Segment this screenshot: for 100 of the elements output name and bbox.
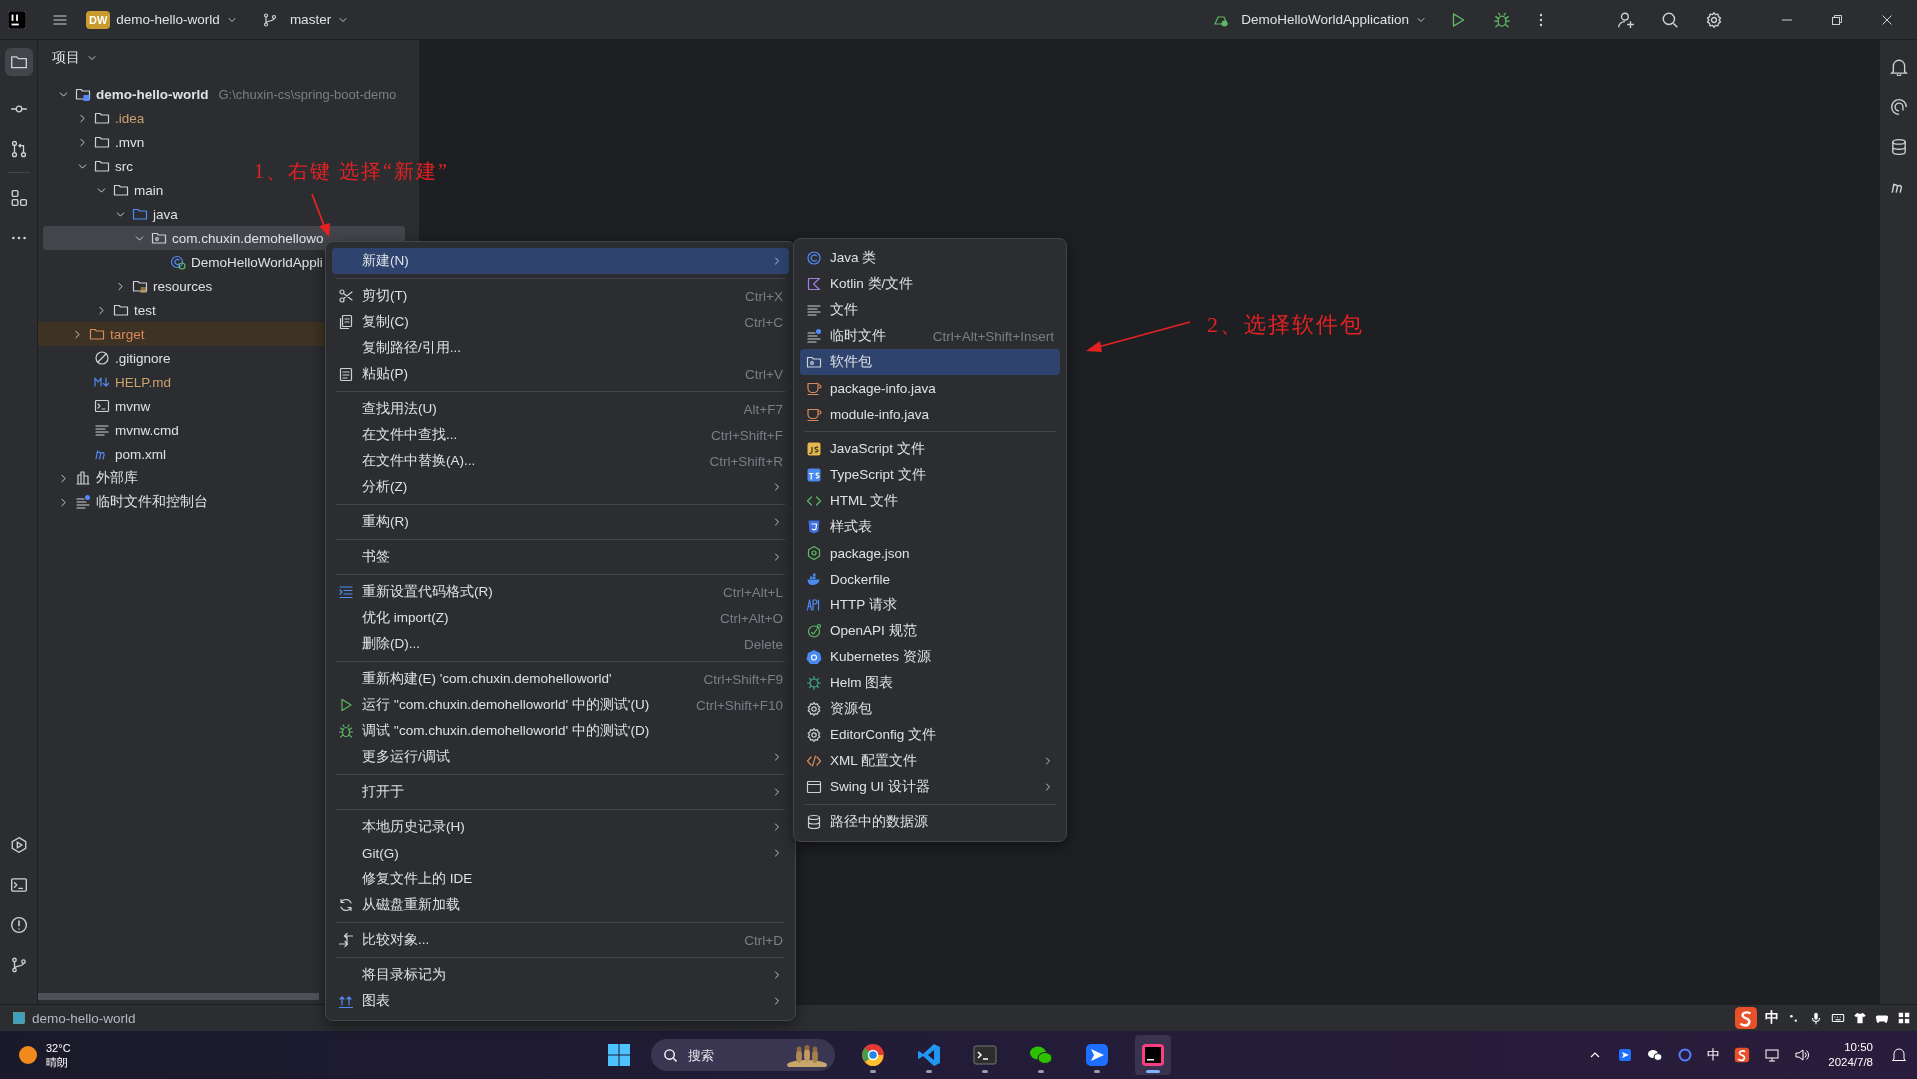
menu-item[interactable]: Java 类 [800,245,1060,271]
branch-switcher[interactable]: master [249,7,356,32]
git-branch-icon[interactable] [9,956,28,974]
menu-item[interactable]: 新建(N) [332,248,789,274]
start-icon[interactable] [606,1043,631,1067]
add-user-icon[interactable] [1617,10,1635,29]
tree-item[interactable]: DemoHelloWorldAppli [43,250,327,274]
ring-icon[interactable] [1677,1047,1694,1063]
menu-item[interactable]: Swing UI 设计器 [800,774,1060,800]
tree-item[interactable]: mvnw.cmd [43,418,183,442]
taskbar-app[interactable] [1134,1035,1171,1075]
search-field[interactable]: 搜索 [650,1039,835,1071]
clock[interactable]: 10:50 2024/7/8 [1824,1040,1877,1070]
database-icon[interactable] [1889,138,1908,156]
menu-item[interactable]: 图表 [332,988,789,1014]
menu-item[interactable]: 打开于 [332,779,789,805]
structure-icon[interactable] [9,189,28,207]
menu-item[interactable]: module-info.java [800,401,1060,427]
menu-item[interactable]: 将目录标记为 [332,962,789,988]
input-mode[interactable]: 中 [1707,1046,1721,1064]
grid-icon[interactable] [1897,1011,1911,1025]
menu-item[interactable]: package.json [800,540,1060,566]
tree-item[interactable]: .gitignore [43,346,175,370]
menu-item[interactable]: TypeScript 文件 [800,462,1060,488]
menu-item[interactable]: 调试 ''com.chuxin.demohelloworld' 中的测试'(D) [332,718,789,744]
menu-item[interactable]: 临时文件 Ctrl+Alt+Shift+Insert [800,323,1060,349]
problems-icon[interactable] [9,916,28,934]
menu-item[interactable]: 书签 [332,544,789,570]
menu-item[interactable]: 重新构建(E) 'com.chuxin.demohelloworld' Ctrl+Shift+F9 [332,666,789,692]
menu-item[interactable]: 更多运行/调试 [332,744,789,770]
pull-request-icon[interactable] [9,140,28,158]
menu-item[interactable]: JavaScript 文件 [800,436,1060,462]
search-input[interactable]: 搜索 [685,1046,779,1064]
menu-item[interactable]: 查找用法(U) Alt+F7 [332,396,789,422]
menu-item[interactable]: HTTP 请求 [800,592,1060,618]
menu-item[interactable]: 路径中的数据源 [800,809,1060,835]
notifications-icon[interactable] [1891,1047,1907,1063]
services-icon[interactable] [9,836,28,854]
menu-item[interactable]: HTML 文件 [800,488,1060,514]
tree-item[interactable]: test [43,298,160,322]
menu-item[interactable]: 重构(R) [332,509,789,535]
volume-icon[interactable] [1794,1047,1811,1063]
tree-item[interactable]: mvnw [43,394,155,418]
sun-icon[interactable] [18,1045,38,1065]
scrollbar[interactable] [38,993,319,1000]
menu-item[interactable]: 粘贴(P) Ctrl+V [332,361,789,387]
menu-item[interactable]: 重新设置代码格式(R) Ctrl+Alt+L [332,579,789,605]
menu-item[interactable]: 修复文件上的 IDE [332,866,789,892]
keyboard-icon[interactable] [1831,1011,1845,1025]
tree-item[interactable]: .idea [43,106,149,130]
tree-item[interactable]: java [43,202,182,226]
menu-item[interactable]: 删除(D)... Delete [332,631,789,657]
project-tool-button[interactable] [4,48,33,76]
notifications-icon[interactable] [1889,58,1908,76]
menu-item[interactable]: XML 配置文件 [800,748,1060,774]
app-tray-icon[interactable] [1617,1047,1634,1063]
project-switcher[interactable]: DW demo-hello-world [80,6,244,33]
menu-item[interactable]: 在文件中查找... Ctrl+Shift+F [332,422,789,448]
run-configuration-selector[interactable]: DemoHelloWorldApplication [1201,7,1433,32]
app-logo-icon[interactable] [8,10,26,29]
terminal-icon[interactable] [9,876,28,894]
network-icon[interactable] [1764,1047,1781,1063]
search-icon[interactable] [1661,10,1679,29]
assistant-spiral-icon[interactable] [1889,98,1908,116]
breadcrumb[interactable]: demo-hello-world [32,1010,136,1026]
tree-item[interactable]: src [43,154,137,178]
tree-item[interactable]: demo-hello-world G:\chuxin-cs\spring-boot-demo [43,82,401,106]
tree-item[interactable]: .mvn [43,130,149,154]
menu-item[interactable]: Git(G) [332,840,789,866]
menu-item[interactable]: 软件包 [800,349,1060,375]
tree-item[interactable]: 临时文件和控制台 [43,490,212,514]
tree-item[interactable]: 外部库 [43,466,142,490]
menu-item[interactable]: Helm 图表 [800,670,1060,696]
menu-item[interactable]: Kotlin 类/文件 [800,271,1060,297]
menu-item[interactable]: 分析(Z) [332,474,789,500]
chat-bubbles-icon[interactable] [1647,1047,1664,1063]
debug-icon[interactable] [1493,10,1511,29]
menu-item[interactable]: 样式表 [800,514,1060,540]
menu-item[interactable]: 本地历史记录(H) [332,814,789,840]
input-method-logo-icon[interactable] [1734,1047,1751,1063]
tree-item[interactable]: main [43,178,168,202]
menu-item[interactable]: 在文件中替换(A)... Ctrl+Shift+R [332,448,789,474]
shirt-icon[interactable] [1853,1011,1867,1025]
menu-item[interactable]: OpenAPI 规范 [800,618,1060,644]
microphone-icon[interactable] [1809,1011,1823,1025]
settings-icon[interactable] [1705,10,1723,29]
tree-item[interactable]: com.chuxin.demohellowo [43,226,405,250]
menu-item[interactable]: 从磁盘重新加载 [332,892,789,918]
menu-item[interactable]: EditorConfig 文件 [800,722,1060,748]
menu-item[interactable]: package-info.java [800,375,1060,401]
tree-item[interactable]: pom.xml [43,442,170,466]
menu-item[interactable]: 资源包 [800,696,1060,722]
tree-item[interactable]: resources [43,274,217,298]
input-method-logo-icon[interactable] [1735,1007,1757,1029]
menu-item[interactable]: 运行 ''com.chuxin.demohelloworld' 中的测试'(U) Ctrl+Shift+F10 [332,692,789,718]
menu-item[interactable]: 优化 import(Z) Ctrl+Alt+O [332,605,789,631]
tree-item[interactable]: HELP.md [43,370,176,394]
menu-item[interactable]: 文件 [800,297,1060,323]
menu-item[interactable]: Dockerfile [800,566,1060,592]
menu-item[interactable]: Kubernetes 资源 [800,644,1060,670]
